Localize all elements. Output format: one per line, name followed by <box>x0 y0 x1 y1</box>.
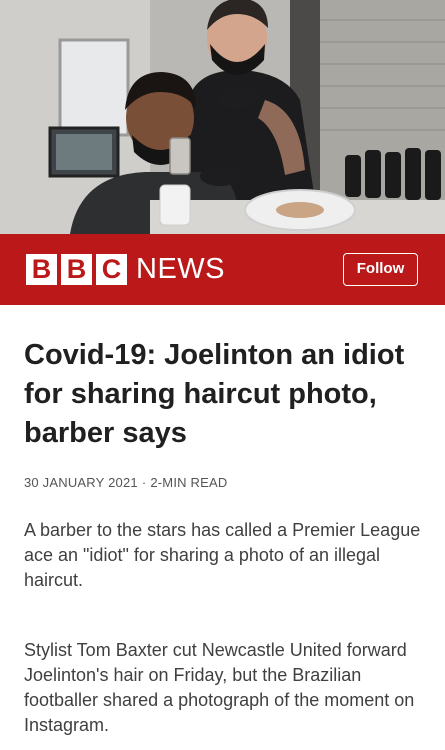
bbc-logo-letter: C <box>96 254 127 285</box>
hero-image <box>0 0 445 234</box>
follow-button[interactable]: Follow <box>343 253 418 286</box>
article-headline: Covid-19: Joelinton an idiot for sharing… <box>24 339 405 449</box>
article-paragraph: A barber to the stars has called a Premi… <box>24 520 421 590</box>
bbc-logo-letter: B <box>26 254 57 285</box>
meta-separator: · <box>141 475 147 490</box>
hero-photo-illustration <box>0 0 445 234</box>
article-date: 30 JANUARY 2021 <box>24 475 138 490</box>
news-wordmark: NEWS <box>136 253 225 285</box>
bbc-logo-letter: B <box>61 254 92 285</box>
article-paragraph: Stylist Tom Baxter cut Newcastle United … <box>24 640 415 735</box>
article-read-time: 2-MIN READ <box>150 475 228 490</box>
bbc-logo[interactable]: B B C <box>26 254 127 285</box>
article-meta: 30 JANUARY 2021 · 2-MIN READ <box>24 475 227 491</box>
